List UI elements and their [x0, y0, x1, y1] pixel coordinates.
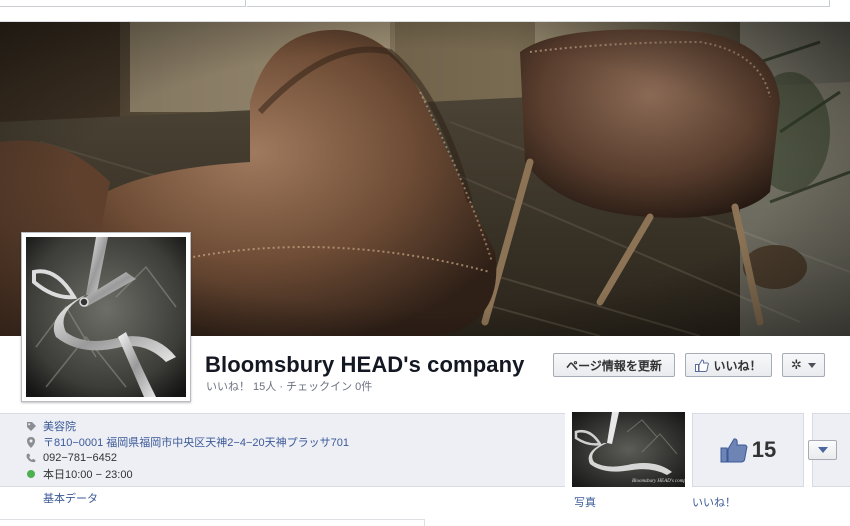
category-link[interactable]: 美容院 [43, 418, 76, 434]
open-status-dot-icon [26, 469, 36, 479]
bottom-divider [0, 519, 424, 520]
top-divider [829, 0, 830, 7]
profile-picture[interactable] [21, 232, 191, 402]
phone-number: 092−781−6452 [43, 452, 118, 464]
likes-count: 15 [751, 437, 777, 462]
photo-watermark: Bloomsbury HEAD's company [632, 479, 685, 484]
like-button[interactable]: いいね！ [685, 353, 772, 377]
likes-label[interactable]: いいね！ [692, 494, 736, 510]
photos-thumbnail: Bloomsbury HEAD's company [572, 412, 685, 487]
update-page-info-button[interactable]: ページ情報を更新 [553, 353, 675, 377]
settings-menu-button[interactable]: ✲ [782, 353, 825, 377]
thumbs-up-icon [720, 438, 748, 463]
top-tab-left [0, 0, 246, 7]
map-pin-icon [26, 436, 36, 448]
top-bar [0, 0, 850, 22]
basic-data-link[interactable]: 基本データ [43, 490, 98, 506]
likes-tile[interactable]: 15 [692, 413, 804, 487]
bottom-divider-tick [424, 519, 425, 526]
opening-hours: 本日10:00 − 23:00 [43, 469, 133, 481]
phone-icon [26, 453, 36, 463]
page-stats: いいね！ 15人 · チェックイン 0件 [206, 381, 373, 393]
chevron-down-icon [807, 362, 816, 368]
category-row: 美容院 [26, 418, 76, 434]
more-apps-button[interactable] [808, 440, 837, 460]
phone-row: 092−781−6452 [26, 450, 117, 466]
hours-row: 本日10:00 − 23:00 [26, 466, 133, 482]
top-tab-middle [247, 0, 829, 7]
page-title[interactable]: Bloomsbury HEAD's company [205, 352, 524, 378]
address-row: 〒810−0001 福岡県福岡市中央区天神2−4−20天神プラッサ701 [26, 434, 349, 450]
bottom-edge [0, 513, 850, 526]
scissors-photo [26, 237, 186, 397]
photos-label[interactable]: 写真 [574, 494, 596, 510]
gear-icon: ✲ [791, 357, 802, 372]
like-button-label: いいね！ [713, 358, 762, 373]
photos-tile[interactable]: Bloomsbury HEAD's company [572, 412, 685, 487]
thumbs-up-icon [695, 358, 710, 372]
tag-icon [26, 421, 36, 431]
chevron-down-icon [817, 447, 828, 453]
address-link[interactable]: 〒810−0001 福岡県福岡市中央区天神2−4−20天神プラッサ701 [43, 434, 349, 450]
